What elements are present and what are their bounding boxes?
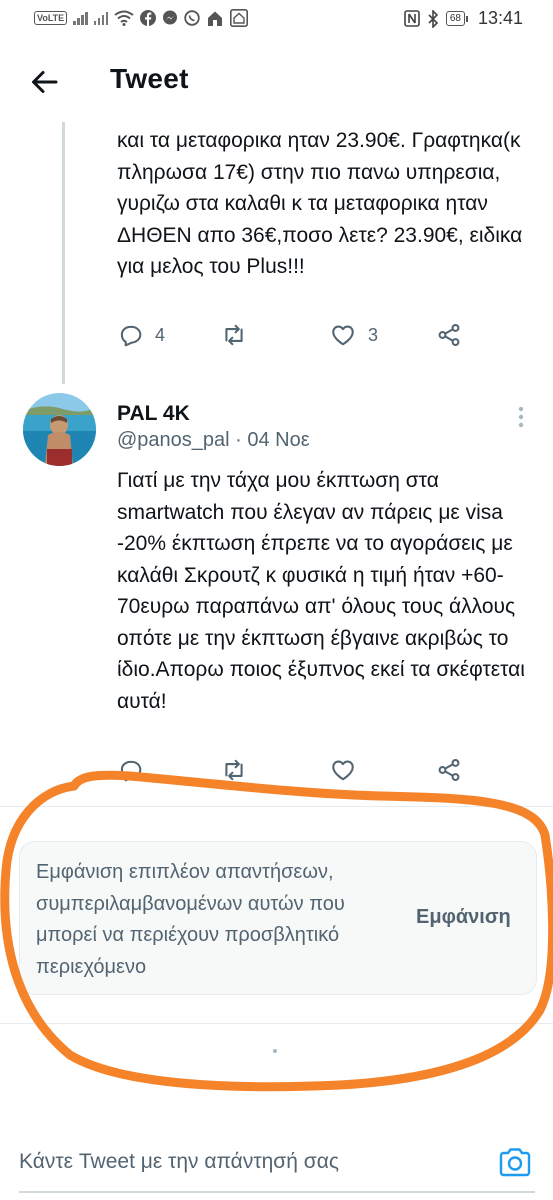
more-options-icon[interactable]: [515, 405, 527, 429]
arrow-left-icon[interactable]: [28, 66, 60, 98]
volte-icon: VoLTE: [34, 11, 68, 25]
reply-button[interactable]: [117, 757, 221, 783]
heart-icon: [332, 760, 354, 781]
tweet-actions: [117, 757, 537, 783]
avatar-image: [23, 393, 96, 466]
share-icon: [438, 759, 460, 781]
camera-icon[interactable]: [497, 1144, 533, 1180]
reply-underline: [19, 1191, 535, 1193]
status-left: VoLTE: [34, 9, 249, 27]
retweet-button[interactable]: [221, 322, 330, 348]
show-more-replies-card[interactable]: Εμφάνιση επιπλέον απαντήσεων, συμπεριλαμ…: [19, 841, 537, 995]
battery-icon: 68: [445, 11, 469, 26]
home-icon: [230, 9, 249, 27]
facebook-icon: [140, 10, 157, 26]
share-button[interactable]: [436, 322, 462, 348]
reply-count: 4: [155, 324, 166, 345]
nfc-icon: [404, 10, 420, 27]
like-button[interactable]: [330, 757, 436, 783]
like-button[interactable]: 3: [330, 322, 436, 348]
tweet-text: και τα μεταφορικα ηταν 23.90€. Γραφτηκα(…: [117, 129, 523, 278]
messenger-icon: [163, 10, 178, 25]
reply-icon: [120, 760, 142, 782]
heart-icon: [332, 325, 354, 346]
home-icon: [208, 11, 223, 26]
signal-icon: [73, 11, 88, 25]
reply-bar: Κάντε Tweet με την απάντησή σας: [0, 1130, 553, 1200]
retweet-button[interactable]: [221, 757, 330, 783]
status-time: 13:41: [477, 8, 523, 28]
bluetooth-icon: [428, 9, 438, 28]
loading-dot: [273, 1049, 277, 1053]
reply-icon: [120, 325, 142, 347]
show-more-replies-text: Εμφάνιση επιπλέον απαντήσεων, συμπεριλαμ…: [36, 861, 345, 978]
retweet-icon: [225, 324, 243, 346]
signal-icon: [93, 11, 109, 25]
viber-icon: [184, 10, 200, 26]
author-handle: @panos_pal · 04 Νοε: [117, 429, 310, 451]
tweet-text: Γιατί με την τάχα μου έκπτωση στα smartw…: [117, 469, 525, 713]
share-button[interactable]: [436, 757, 462, 783]
status-bar: VoLTE 68 13:41: [0, 0, 553, 38]
divider: [0, 1023, 553, 1024]
tweet-actions: 4 3: [117, 322, 537, 348]
share-icon: [438, 324, 460, 346]
show-more-button[interactable]: Εμφάνιση: [416, 906, 511, 929]
reply-button[interactable]: 4: [117, 322, 221, 348]
wifi-icon: [114, 10, 134, 26]
thread-line: [62, 122, 65, 384]
status-right: 68 13:41: [404, 8, 523, 29]
retweet-icon: [225, 759, 243, 781]
page-title: Tweet: [110, 63, 189, 94]
reply-input[interactable]: Κάντε Tweet με την απάντησή σας: [19, 1150, 339, 1174]
divider: [0, 806, 553, 807]
author-name[interactable]: PAL 4K: [117, 402, 190, 426]
avatar[interactable]: [23, 393, 96, 466]
like-count: 3: [368, 324, 379, 345]
app-bar: Tweet: [0, 38, 553, 126]
